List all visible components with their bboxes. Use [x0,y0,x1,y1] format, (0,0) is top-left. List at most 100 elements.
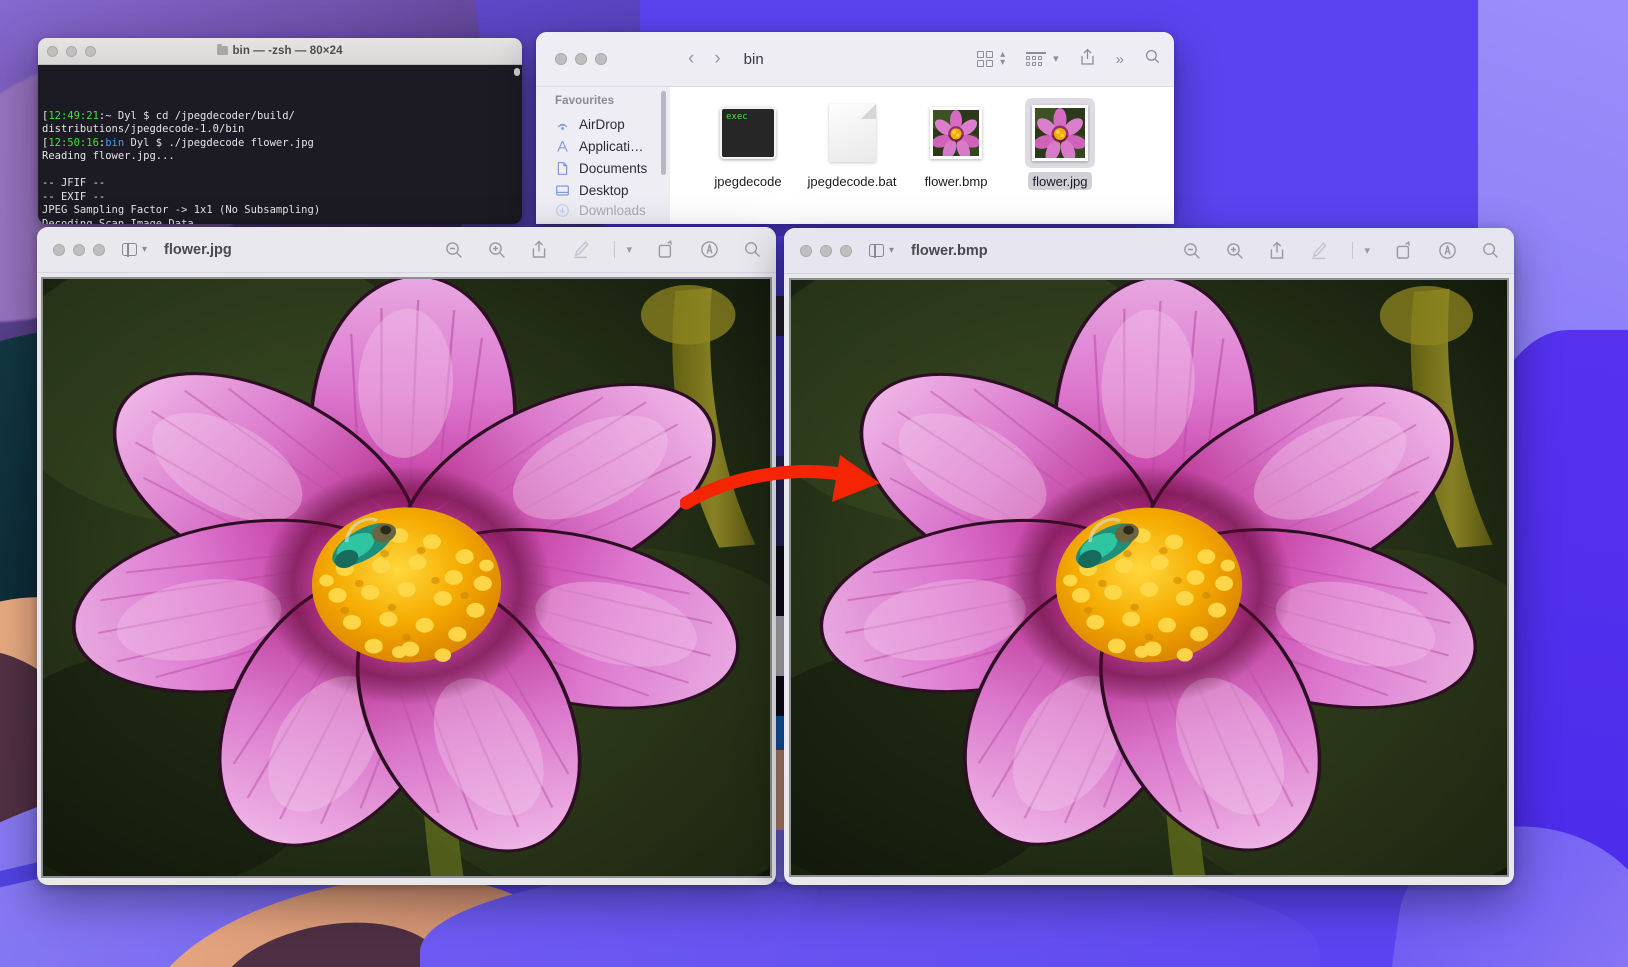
sidebar-scrollbar[interactable] [661,91,666,175]
preview-right-tools[interactable]: ▾ [1183,241,1499,260]
file-label: flower.bmp [924,173,988,189]
preview-window-flower-jpg[interactable]: ▾ flower.jpg ▾ [37,227,776,885]
terminal-window[interactable]: bin — -zsh — 80×24 [12:49:21:~ Dyl $ cd … [38,38,522,224]
view-switch-group[interactable]: ▴ ▾ [976,50,1005,68]
annotate-icon[interactable] [700,240,719,259]
chevron-down-icon[interactable]: ▾ [1364,244,1370,257]
sort-chevron-icon[interactable]: ▴ ▾ [1000,50,1005,68]
finder-sidebar[interactable]: Favourites AirDrop Applicati… Documents Des… [536,87,670,224]
finder-window[interactable]: ‹ › bin ▴ ▾ ▾ » Favourites AirDrop Appli… [536,32,1174,224]
preview-left-traffic-lights[interactable] [53,243,105,256]
sidebar-toggle-icon[interactable] [122,242,137,257]
finder-traffic-lights[interactable] [555,53,607,65]
forward-icon[interactable]: › [714,48,720,70]
minimize-button[interactable] [66,45,77,57]
search-icon[interactable] [1482,242,1499,259]
group-by-group[interactable]: ▾ [1026,52,1059,66]
finder-nav-buttons[interactable]: ‹ › [688,48,721,70]
sidebar-item-label: Documents [579,160,648,176]
terminal-lines: [12:49:21:~ Dyl $ cd /jpegdecoder/build/… [42,110,522,224]
document-icon [828,104,876,162]
finder-toolbar[interactable]: ‹ › bin ▴ ▾ ▾ » [536,32,1174,87]
file-item-flower-bmp[interactable]: flower.bmp [904,101,1008,191]
close-button[interactable] [47,45,58,57]
chevron-down-icon[interactable]: ▾ [889,245,894,256]
rotate-icon[interactable] [657,240,675,259]
file-thumbnail [1008,98,1112,168]
terminal-traffic-lights[interactable] [47,45,96,57]
terminal-title-bar[interactable]: bin — -zsh — 80×24 [38,38,522,65]
chevron-down-icon[interactable]: ▾ [626,243,632,256]
preview-right-toolbar[interactable]: ▾ flower.bmp ▾ [784,228,1514,274]
annotate-icon[interactable] [1438,241,1457,260]
zoom-out-icon[interactable] [445,241,463,259]
preview-right-canvas[interactable] [789,278,1509,877]
minimize-button[interactable] [575,53,587,65]
preview-right-title: flower.bmp [911,242,988,259]
zoom-out-icon[interactable] [1183,242,1201,260]
terminal-line: Reading flower.jpg... [42,150,175,163]
minimize-button[interactable] [73,243,85,256]
zoom-in-icon[interactable] [488,241,506,259]
sidebar-toggle-button[interactable]: ▾ [869,243,894,258]
group-list-icon[interactable] [1026,52,1047,66]
finder-toolbar-actions[interactable]: ▴ ▾ ▾ » [976,48,1160,71]
search-icon[interactable] [744,241,761,258]
maximize-button[interactable] [840,244,852,257]
preview-left-tools[interactable]: ▾ [445,240,761,259]
rotate-icon[interactable] [1395,241,1413,260]
maximize-button[interactable] [595,53,607,65]
terminal-line: [12:49:21:~ Dyl $ cd /jpegdecoder/build/ [42,109,295,122]
zoom-in-icon[interactable] [1226,242,1244,260]
file-label: jpegdecode [714,173,782,189]
markup-pen-icon[interactable] [572,240,589,259]
chevron-down-icon[interactable]: ▾ [1053,52,1059,65]
folder-icon [217,43,229,55]
preview-left-toolbar[interactable]: ▾ flower.jpg ▾ [37,227,776,273]
selection-highlight [1025,98,1095,168]
terminal-line: Decoding Scan Image Data... [42,218,522,224]
file-item-jpegdecode-bat[interactable]: jpegdecode.bat [800,101,904,191]
finder-body: Favourites AirDrop Applicati… Documents Des… [536,87,1174,224]
grid-view-icon[interactable] [976,50,994,68]
file-label: jpegdecode.bat [807,173,897,189]
sidebar-item-downloads[interactable]: Downloads [536,201,670,222]
sidebar-item-airdrop[interactable]: AirDrop [536,113,670,135]
sidebar-item-label: Downloads [579,203,646,218]
preview-right-traffic-lights[interactable] [800,244,852,257]
search-icon[interactable] [1145,49,1160,69]
preview-left-title: flower.jpg [164,241,232,258]
back-icon[interactable]: ‹ [688,48,694,70]
sidebar-item-documents[interactable]: Documents [536,157,670,179]
share-icon[interactable] [531,240,547,259]
maximize-button[interactable] [85,45,96,57]
sidebar-item-desktop[interactable]: Desktop [536,179,670,201]
sidebar-toggle-button[interactable]: ▾ [122,242,147,257]
toolbar-separator [1352,242,1354,259]
terminal-scrollbar[interactable] [514,68,520,76]
share-icon[interactable] [1269,241,1285,260]
flower-image-jpg [43,279,770,876]
maximize-button[interactable] [93,243,105,256]
terminal-output[interactable]: [12:49:21:~ Dyl $ cd /jpegdecoder/build/… [38,65,522,224]
chevron-down-icon[interactable]: ▾ [142,244,147,255]
markup-pen-icon[interactable] [1310,241,1327,260]
finder-file-grid[interactable]: exec jpegdecode jpegdecode.bat flower.bm… [670,87,1174,224]
image-thumbnail-icon [930,107,982,159]
file-item-jpegdecode[interactable]: exec jpegdecode [696,101,800,191]
file-item-flower-jpg[interactable]: flower.jpg [1008,98,1112,191]
sidebar-toggle-icon[interactable] [869,243,884,258]
close-button[interactable] [800,244,812,257]
share-icon[interactable] [1080,48,1095,71]
sidebar-item-applicati[interactable]: Applicati… [536,135,670,157]
close-button[interactable] [555,53,567,65]
preview-left-canvas[interactable] [41,277,772,878]
minimize-button[interactable] [820,244,832,257]
close-button[interactable] [53,243,65,256]
more-chevrons-icon[interactable]: » [1116,51,1124,68]
sidebar-item-label: AirDrop [579,116,625,132]
file-thumbnail: exec [696,101,800,165]
preview-window-flower-bmp[interactable]: ▾ flower.bmp ▾ [784,228,1514,885]
applications-icon [555,139,570,154]
